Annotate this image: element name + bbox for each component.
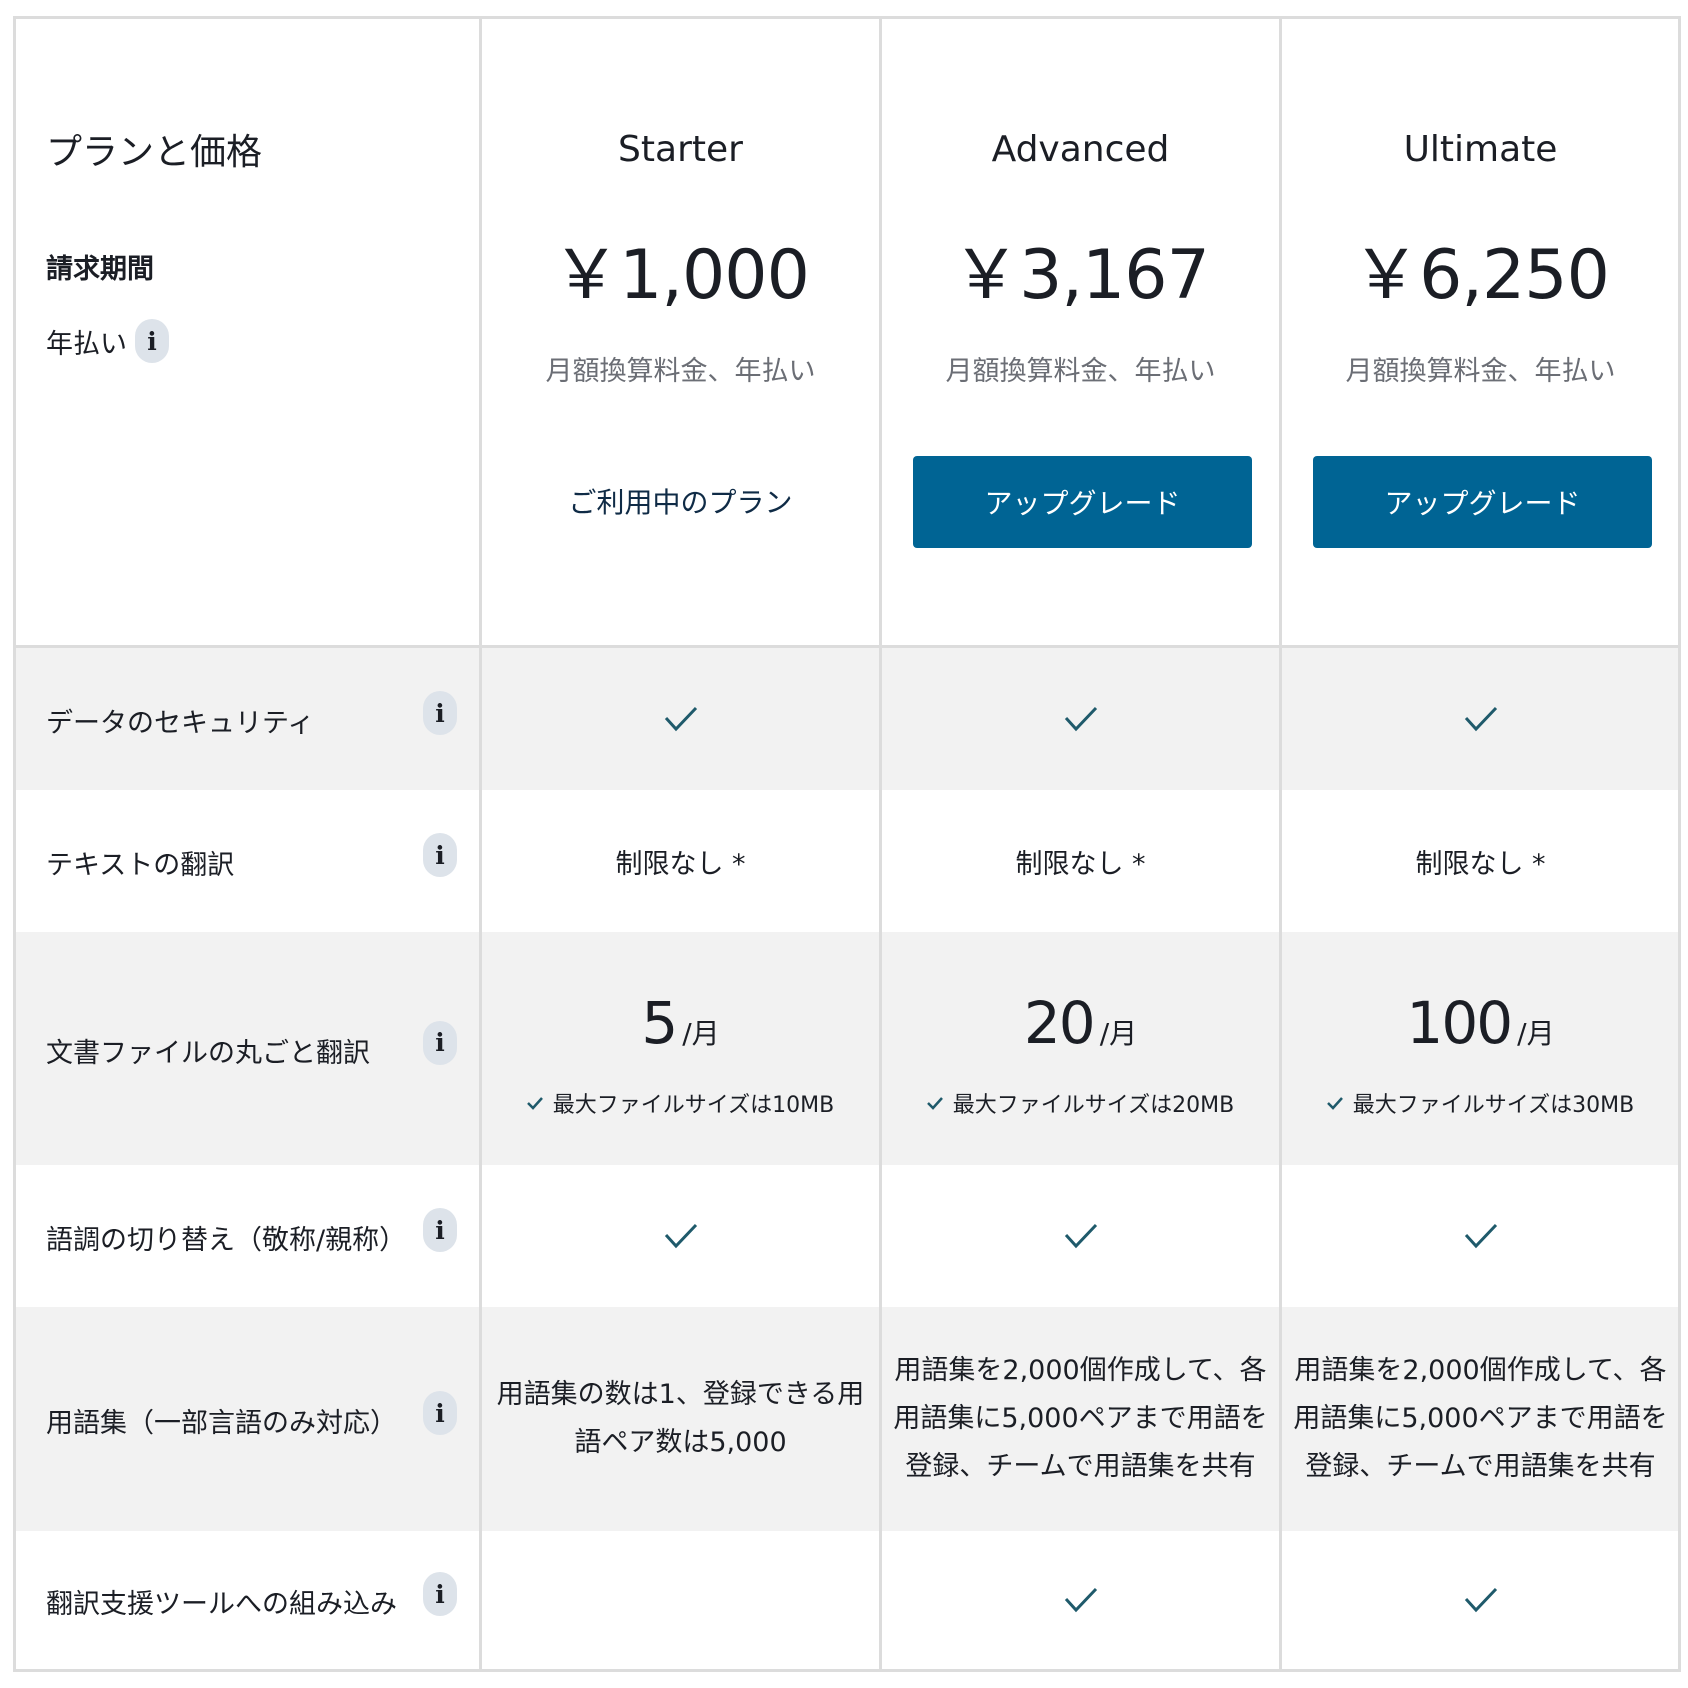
feature-cell xyxy=(482,1165,879,1307)
glossary-line: 語ペア数は5,000 xyxy=(574,1427,787,1458)
check-mark xyxy=(1464,705,1498,733)
feature-cell xyxy=(482,1531,879,1669)
quota-number: 20 xyxy=(1023,988,1096,1057)
plan-price-note: 月額換算料金、年払い xyxy=(545,356,816,387)
feature-value: 制限なし * xyxy=(1415,848,1546,880)
glossary-description: 用語集を2,000個作成して、各 用語集に5,000ペアまで用語を 登録、チームで用… xyxy=(893,1347,1267,1491)
check-mark xyxy=(1464,1586,1498,1614)
info-icon[interactable]: i xyxy=(423,1208,457,1252)
info-icon[interactable]: i xyxy=(423,691,457,735)
check-icon xyxy=(664,706,697,732)
glossary-description: 用語集の数は1、登録できる用 語ペア数は5,000 xyxy=(497,1371,865,1467)
info-icon[interactable]: i xyxy=(135,319,169,363)
quota-value: 20/月 xyxy=(1024,989,1137,1057)
plan-price-note: 月額換算料金、年払い xyxy=(945,356,1216,387)
feature-cell: 制限なし * xyxy=(482,790,879,932)
quota-number: 100 xyxy=(1406,988,1513,1057)
check-mark xyxy=(1464,1222,1498,1250)
feature-cell: 用語集を2,000個作成して、各 用語集に5,000ペアまで用語を 登録、チームで用… xyxy=(1282,1307,1679,1531)
feature-label: 語調の切り替え（敬称/親称） xyxy=(46,1225,407,1256)
plan-name: Starter xyxy=(618,129,743,170)
feature-cell: 制限なし * xyxy=(882,790,1279,932)
check-mark xyxy=(1064,1222,1098,1250)
feature-label: 文書ファイルの丸ごと翻訳 xyxy=(46,1037,370,1069)
billing-period-value: 年払い i xyxy=(46,319,169,363)
feature-cell: 制限なし * xyxy=(1282,790,1679,932)
plan-name: Ultimate xyxy=(1403,129,1558,170)
quota-value: 5/月 xyxy=(641,989,719,1057)
check-mark xyxy=(1064,1586,1098,1614)
max-file-size-note: 最大ファイルサイズは30MB xyxy=(1326,1087,1635,1119)
feature-cell: 用語集を2,000個作成して、各 用語集に5,000ペアまで用語を 登録、チームで用… xyxy=(882,1307,1279,1531)
info-icon[interactable]: i xyxy=(423,833,457,877)
glossary-line: 登録、チームで用語集を共有 xyxy=(1305,1451,1656,1482)
feature-cell: 5/月最大ファイルサイズは10MB xyxy=(482,932,879,1165)
pricing-table: プランと価格 請求期間 年払い i Starter ￥1,000 月額換算料金、年払… xyxy=(13,16,1681,1672)
feature-cell xyxy=(482,648,879,790)
glossary-line: 用語集を2,000個作成して、各 xyxy=(894,1355,1267,1386)
info-icon[interactable]: i xyxy=(423,1572,457,1616)
feature-label: データのセキュリティ xyxy=(46,708,315,739)
info-icon[interactable]: i xyxy=(423,1391,457,1435)
check-mark xyxy=(664,705,698,733)
feature-cell xyxy=(1282,648,1679,790)
feature-cell: 20/月最大ファイルサイズは20MB xyxy=(882,932,1279,1165)
check-icon xyxy=(1464,706,1497,732)
quota-number: 5 xyxy=(641,988,678,1057)
plan-name: Advanced xyxy=(991,129,1170,170)
check-icon xyxy=(1064,1223,1097,1249)
feature-label: 翻訳支援ツールへの組み込み xyxy=(46,1589,397,1620)
glossary-line: 登録、チームで用語集を共有 xyxy=(905,1451,1256,1482)
glossary-line: 用語集に5,000ペアまで用語を xyxy=(1293,1403,1668,1434)
max-file-size-note: 最大ファイルサイズは20MB xyxy=(926,1087,1235,1119)
check-mark xyxy=(664,1222,698,1250)
check-icon xyxy=(1464,1223,1497,1249)
plan-price: ￥3,167 xyxy=(952,236,1210,315)
max-file-size-text: 最大ファイルサイズは30MB xyxy=(1352,1092,1635,1118)
plan-price: ￥1,000 xyxy=(552,236,810,315)
glossary-description: 用語集を2,000個作成して、各 用語集に5,000ペアまで用語を 登録、チームで用… xyxy=(1293,1347,1667,1491)
check-mark xyxy=(1064,705,1098,733)
feature-cell xyxy=(1282,1531,1679,1669)
upgrade-button[interactable]: アップグレード xyxy=(913,456,1252,548)
feature-cell xyxy=(882,1165,1279,1307)
billing-period-text: 年払い xyxy=(46,328,127,360)
quota-unit: /月 xyxy=(1099,1016,1138,1050)
check-icon xyxy=(1064,706,1097,732)
feature-value: 制限なし * xyxy=(615,848,746,880)
max-file-size-text: 最大ファイルサイズは20MB xyxy=(952,1092,1235,1118)
feature-cell: 100/月最大ファイルサイズは30MB xyxy=(1282,932,1679,1165)
page-title: プランと価格 xyxy=(46,132,263,173)
quota-unit: /月 xyxy=(682,1016,720,1050)
feature-cell xyxy=(1282,1165,1679,1307)
billing-period-label: 請求期間 xyxy=(46,254,154,285)
feature-label: 用語集（一部言語のみ対応） xyxy=(46,1408,397,1439)
check-icon xyxy=(1064,1587,1097,1613)
check-icon xyxy=(526,1096,543,1110)
current-plan-label: ご利用中のプラン xyxy=(568,486,793,519)
check-icon xyxy=(1464,1587,1497,1613)
glossary-line: 用語集の数は1、登録できる用 xyxy=(496,1379,865,1410)
quota-unit: /月 xyxy=(1517,1016,1555,1050)
quota-value: 100/月 xyxy=(1406,989,1554,1057)
check-icon xyxy=(664,1223,697,1249)
glossary-line: 用語集を2,000個作成して、各 xyxy=(1294,1355,1667,1386)
plan-price: ￥6,250 xyxy=(1352,236,1610,315)
plan-price-note: 月額換算料金、年払い xyxy=(1345,356,1616,387)
glossary-line: 用語集に5,000ペアまで用語を xyxy=(893,1403,1268,1434)
feature-cell xyxy=(882,648,1279,790)
feature-value: 制限なし * xyxy=(1015,848,1146,880)
max-file-size-note: 最大ファイルサイズは10MB xyxy=(526,1087,835,1119)
max-file-size-text: 最大ファイルサイズは10MB xyxy=(552,1092,835,1118)
feature-cell: 用語集の数は1、登録できる用 語ペア数は5,000 xyxy=(482,1307,879,1531)
check-icon xyxy=(1326,1096,1343,1110)
upgrade-button[interactable]: アップグレード xyxy=(1313,456,1652,548)
feature-cell xyxy=(882,1531,1279,1669)
info-icon[interactable]: i xyxy=(423,1020,457,1065)
feature-label: テキストの翻訳 xyxy=(46,850,235,881)
check-icon xyxy=(926,1096,943,1110)
